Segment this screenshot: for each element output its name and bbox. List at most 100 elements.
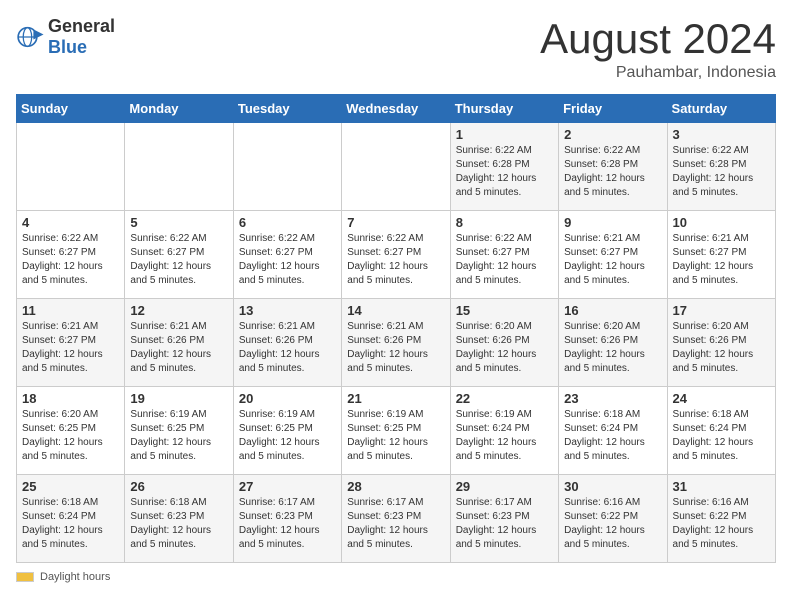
legend: Daylight hours (16, 571, 776, 583)
calendar-day-cell: 22Sunrise: 6:19 AM Sunset: 6:24 PM Dayli… (450, 387, 558, 475)
calendar-day-cell: 15 Sunrise: 6:20 AM Sunset: 6:26 PM Dayli… (450, 299, 558, 387)
calendar-day-cell: 12Sunrise: 6:21 AM Sunset: 6:26 PM Dayli… (125, 299, 233, 387)
day-number: 5 (130, 215, 227, 230)
calendar-week-row: 25Sunrise: 6:18 AM Sunset: 6:24 PM Dayli… (17, 475, 776, 563)
day-number: 4 (22, 215, 119, 230)
calendar-day-cell: 11 Sunrise: 6:21 AM Sunset: 6:27 PM Dayli… (17, 299, 125, 387)
day-number: 28 (347, 479, 444, 494)
calendar-day-cell: 28 Sunrise: 6:17 AM Sunset: 6:23 PM Dayli… (342, 475, 450, 563)
day-number: 9 (564, 215, 661, 230)
day-number: 2 (564, 127, 661, 142)
day-info: Sunrise: 6:17 AM Sunset: 6:23 PM Dayligh… (347, 496, 444, 552)
calendar-day-cell: 8 Sunrise: 6:22 AM Sunset: 6:27 PM Daylig… (450, 211, 558, 299)
day-number: 19 (130, 391, 227, 406)
calendar-day-header: Saturday (667, 95, 775, 123)
calendar-day-cell: 29 Sunrise: 6:17 AM Sunset: 6:23 PM Dayli… (450, 475, 558, 563)
calendar-day-cell: 14Sunrise: 6:21 AM Sunset: 6:26 PM Dayli… (342, 299, 450, 387)
day-info: Sunrise: 6:17 AM Sunset: 6:23 PM Dayligh… (239, 496, 336, 552)
day-info: Sunrise: 6:21 AM Sunset: 6:27 PM Dayligh… (673, 232, 770, 288)
day-number: 1 (456, 127, 553, 142)
day-number: 14 (347, 303, 444, 318)
calendar-day-header: Wednesday (342, 95, 450, 123)
daylight-label: Daylight hours (40, 571, 110, 583)
calendar-day-cell: 17Sunrise: 6:20 AM Sunset: 6:26 PM Dayli… (667, 299, 775, 387)
calendar-day-cell: 25Sunrise: 6:18 AM Sunset: 6:24 PM Dayli… (17, 475, 125, 563)
day-info: Sunrise: 6:21 AM Sunset: 6:27 PM Dayligh… (564, 232, 661, 288)
day-number: 3 (673, 127, 770, 142)
day-number: 25 (22, 479, 119, 494)
logo-general: General (48, 16, 115, 36)
day-info: Sunrise: 6:19 AM Sunset: 6:25 PM Dayligh… (130, 408, 227, 464)
day-number: 15 (456, 303, 553, 318)
calendar-table: SundayMondayTuesdayWednesdayThursdayFrid… (16, 94, 776, 563)
day-number: 13 (239, 303, 336, 318)
calendar-day-cell: 3 Sunrise: 6:22 AM Sunset: 6:28 PM Daylig… (667, 123, 775, 211)
day-info: Sunrise: 6:22 AM Sunset: 6:27 PM Dayligh… (22, 232, 119, 288)
day-number: 20 (239, 391, 336, 406)
day-number: 11 (22, 303, 119, 318)
day-number: 27 (239, 479, 336, 494)
calendar-day-cell (233, 123, 341, 211)
day-number: 7 (347, 215, 444, 230)
calendar-day-cell: 20 Sunrise: 6:19 AM Sunset: 6:25 PM Dayli… (233, 387, 341, 475)
day-number: 10 (673, 215, 770, 230)
title-block: August 2024 Pauhambar, Indonesia (540, 16, 776, 82)
logo-blue: Blue (48, 37, 87, 57)
calendar-week-row: 11 Sunrise: 6:21 AM Sunset: 6:27 PM Dayli… (17, 299, 776, 387)
calendar-day-cell: 18 Sunrise: 6:20 AM Sunset: 6:25 PM Dayli… (17, 387, 125, 475)
day-info: Sunrise: 6:18 AM Sunset: 6:24 PM Dayligh… (564, 408, 661, 464)
day-number: 26 (130, 479, 227, 494)
day-number: 29 (456, 479, 553, 494)
day-info: Sunrise: 6:16 AM Sunset: 6:22 PM Dayligh… (564, 496, 661, 552)
page-header: General Blue August 2024 Pauhambar, Indo… (16, 16, 776, 82)
logo-text: General Blue (48, 16, 115, 58)
day-number: 24 (673, 391, 770, 406)
day-info: Sunrise: 6:20 AM Sunset: 6:26 PM Dayligh… (564, 320, 661, 376)
calendar-day-cell: 21 Sunrise: 6:19 AM Sunset: 6:25 PM Dayli… (342, 387, 450, 475)
day-info: Sunrise: 6:20 AM Sunset: 6:25 PM Dayligh… (22, 408, 119, 464)
day-info: Sunrise: 6:20 AM Sunset: 6:26 PM Dayligh… (456, 320, 553, 376)
logo: General Blue (16, 16, 115, 58)
day-info: Sunrise: 6:18 AM Sunset: 6:24 PM Dayligh… (673, 408, 770, 464)
day-number: 8 (456, 215, 553, 230)
day-info: Sunrise: 6:22 AM Sunset: 6:28 PM Dayligh… (673, 144, 770, 200)
calendar-day-cell: 16Sunrise: 6:20 AM Sunset: 6:26 PM Dayli… (559, 299, 667, 387)
calendar-day-cell: 23Sunrise: 6:18 AM Sunset: 6:24 PM Dayli… (559, 387, 667, 475)
calendar-day-cell: 9 Sunrise: 6:21 AM Sunset: 6:27 PM Daylig… (559, 211, 667, 299)
day-info: Sunrise: 6:21 AM Sunset: 6:26 PM Dayligh… (239, 320, 336, 376)
day-info: Sunrise: 6:18 AM Sunset: 6:23 PM Dayligh… (130, 496, 227, 552)
calendar-day-cell: 19 Sunrise: 6:19 AM Sunset: 6:25 PM Dayli… (125, 387, 233, 475)
calendar-day-cell: 26 Sunrise: 6:18 AM Sunset: 6:23 PM Dayli… (125, 475, 233, 563)
calendar-day-cell (342, 123, 450, 211)
day-number: 18 (22, 391, 119, 406)
calendar-day-cell: 1Sunrise: 6:22 AM Sunset: 6:28 PM Daylig… (450, 123, 558, 211)
day-info: Sunrise: 6:22 AM Sunset: 6:27 PM Dayligh… (347, 232, 444, 288)
calendar-day-header: Thursday (450, 95, 558, 123)
calendar-day-header: Friday (559, 95, 667, 123)
calendar-day-cell: 24 Sunrise: 6:18 AM Sunset: 6:24 PM Dayli… (667, 387, 775, 475)
calendar-day-cell: 30Sunrise: 6:16 AM Sunset: 6:22 PM Dayli… (559, 475, 667, 563)
logo-icon (16, 26, 44, 48)
day-info: Sunrise: 6:20 AM Sunset: 6:26 PM Dayligh… (673, 320, 770, 376)
day-info: Sunrise: 6:22 AM Sunset: 6:27 PM Dayligh… (239, 232, 336, 288)
day-info: Sunrise: 6:21 AM Sunset: 6:27 PM Dayligh… (22, 320, 119, 376)
calendar-day-cell: 13 Sunrise: 6:21 AM Sunset: 6:26 PM Dayli… (233, 299, 341, 387)
calendar-day-cell: 31Sunrise: 6:16 AM Sunset: 6:22 PM Dayli… (667, 475, 775, 563)
day-number: 21 (347, 391, 444, 406)
calendar-title: August 2024 (540, 16, 776, 62)
day-info: Sunrise: 6:19 AM Sunset: 6:24 PM Dayligh… (456, 408, 553, 464)
day-info: Sunrise: 6:19 AM Sunset: 6:25 PM Dayligh… (347, 408, 444, 464)
day-info: Sunrise: 6:19 AM Sunset: 6:25 PM Dayligh… (239, 408, 336, 464)
calendar-week-row: 1 Sunrise: 6:22 AM Sunset: 6:28 PM Daylig… (17, 123, 776, 211)
day-number: 6 (239, 215, 336, 230)
calendar-day-cell (17, 123, 125, 211)
calendar-day-cell: 27 Sunrise: 6:17 AM Sunset: 6:23 PM Dayli… (233, 475, 341, 563)
calendar-day-header: Sunday (17, 95, 125, 123)
day-info: Sunrise: 6:17 AM Sunset: 6:23 PM Dayligh… (456, 496, 553, 552)
calendar-day-cell: 4 Sunrise: 6:22 AM Sunset: 6:27 PM Daylig… (17, 211, 125, 299)
day-info: Sunrise: 6:22 AM Sunset: 6:27 PM Dayligh… (456, 232, 553, 288)
calendar-day-cell: 2Sunrise: 6:22 AM Sunset: 6:28 PM Daylig… (559, 123, 667, 211)
calendar-day-cell (125, 123, 233, 211)
calendar-header-row: SundayMondayTuesdayWednesdayThursdayFrid… (17, 95, 776, 123)
calendar-day-cell: 5Sunrise: 6:22 AM Sunset: 6:27 PM Daylig… (125, 211, 233, 299)
